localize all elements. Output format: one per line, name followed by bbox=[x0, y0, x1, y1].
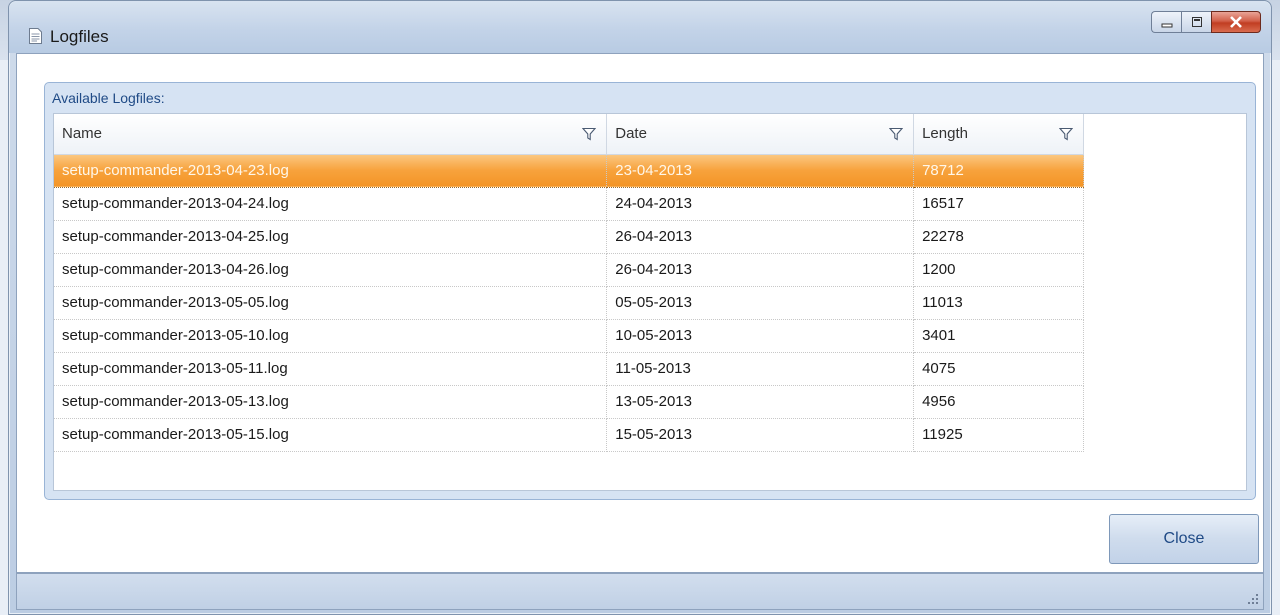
cell-name: setup-commander-2013-05-15.log bbox=[54, 418, 608, 452]
cell-date: 24-04-2013 bbox=[606, 187, 915, 221]
filter-icon[interactable] bbox=[1059, 127, 1073, 141]
cell-date: 26-04-2013 bbox=[606, 253, 915, 287]
cell-length: 16517 bbox=[913, 187, 1084, 221]
cell-name: setup-commander-2013-04-23.log bbox=[54, 153, 608, 188]
table-row[interactable]: setup-commander-2013-04-26.log 26-04-201… bbox=[54, 253, 1084, 287]
table-row[interactable]: setup-commander-2013-04-25.log 26-04-201… bbox=[54, 220, 1084, 254]
cell-date: 26-04-2013 bbox=[606, 220, 915, 254]
cell-name: setup-commander-2013-05-05.log bbox=[54, 286, 608, 320]
table-row[interactable]: setup-commander-2013-05-11.log 11-05-201… bbox=[54, 352, 1084, 386]
document-icon bbox=[29, 28, 42, 44]
cell-length: 11925 bbox=[913, 418, 1084, 452]
cell-date: 15-05-2013 bbox=[606, 418, 915, 452]
cell-length: 4956 bbox=[913, 385, 1084, 419]
maximize-button[interactable] bbox=[1181, 11, 1211, 33]
cell-name: setup-commander-2013-04-26.log bbox=[54, 253, 608, 287]
filter-icon[interactable] bbox=[889, 127, 904, 141]
table-row[interactable]: setup-commander-2013-04-24.log 24-04-201… bbox=[54, 187, 1084, 221]
maximize-icon bbox=[1191, 17, 1202, 27]
header-row: Name Date Length bbox=[54, 114, 1084, 155]
cell-name: setup-commander-2013-05-10.log bbox=[54, 319, 608, 353]
cell-date: 23-04-2013 bbox=[606, 153, 915, 188]
logfiles-grid[interactable]: Name Date Length setup-commander-2013-04… bbox=[53, 113, 1247, 491]
cell-length: 78712 bbox=[913, 153, 1084, 188]
column-header-name[interactable]: Name bbox=[54, 114, 608, 155]
cell-length: 4075 bbox=[913, 352, 1084, 386]
column-header-length[interactable]: Length bbox=[913, 114, 1084, 155]
cell-length: 22278 bbox=[913, 220, 1084, 254]
logfiles-window: Logfiles Available Logfiles: Name Date L… bbox=[8, 0, 1272, 615]
close-window-button[interactable] bbox=[1211, 11, 1261, 33]
resize-grip-icon[interactable] bbox=[1247, 593, 1259, 605]
cell-length: 3401 bbox=[913, 319, 1084, 353]
window-controls bbox=[1151, 11, 1261, 33]
table-row[interactable]: setup-commander-2013-05-10.log 10-05-201… bbox=[54, 319, 1084, 353]
minimize-button[interactable] bbox=[1151, 11, 1181, 33]
close-button[interactable]: Close bbox=[1109, 514, 1259, 564]
cell-length: 1200 bbox=[913, 253, 1084, 287]
cell-date: 10-05-2013 bbox=[606, 319, 915, 353]
minimize-icon bbox=[1161, 23, 1172, 28]
column-header-label: Date bbox=[615, 125, 647, 143]
logfiles-table: Name Date Length setup-commander-2013-04… bbox=[54, 114, 1084, 452]
column-header-label: Length bbox=[922, 125, 968, 143]
client-area: Available Logfiles: Name Date Length set… bbox=[16, 53, 1264, 573]
title-bar[interactable]: Logfiles bbox=[9, 1, 1271, 53]
cell-date: 05-05-2013 bbox=[606, 286, 915, 320]
filter-icon[interactable] bbox=[582, 127, 597, 141]
cell-date: 13-05-2013 bbox=[606, 385, 915, 419]
group-caption: Available Logfiles: bbox=[52, 90, 165, 106]
cell-name: setup-commander-2013-04-24.log bbox=[54, 187, 608, 221]
table-row[interactable]: setup-commander-2013-05-15.log 15-05-201… bbox=[54, 418, 1084, 452]
window-title: Logfiles bbox=[50, 27, 109, 46]
close-icon bbox=[1230, 16, 1242, 28]
available-logfiles-group: Available Logfiles: Name Date Length set… bbox=[44, 82, 1256, 500]
status-bar bbox=[16, 573, 1264, 610]
column-header-label: Name bbox=[62, 125, 103, 143]
cell-name: setup-commander-2013-04-25.log bbox=[54, 220, 608, 254]
cell-name: setup-commander-2013-05-11.log bbox=[54, 352, 608, 386]
cell-length: 11013 bbox=[913, 286, 1084, 320]
cell-name: setup-commander-2013-05-13.log bbox=[54, 385, 608, 419]
table-row[interactable]: setup-commander-2013-04-23.log 23-04-201… bbox=[54, 153, 1084, 188]
column-header-date[interactable]: Date bbox=[606, 114, 915, 155]
table-row[interactable]: setup-commander-2013-05-13.log 13-05-201… bbox=[54, 385, 1084, 419]
table-row[interactable]: setup-commander-2013-05-05.log 05-05-201… bbox=[54, 286, 1084, 320]
cell-date: 11-05-2013 bbox=[606, 352, 915, 386]
